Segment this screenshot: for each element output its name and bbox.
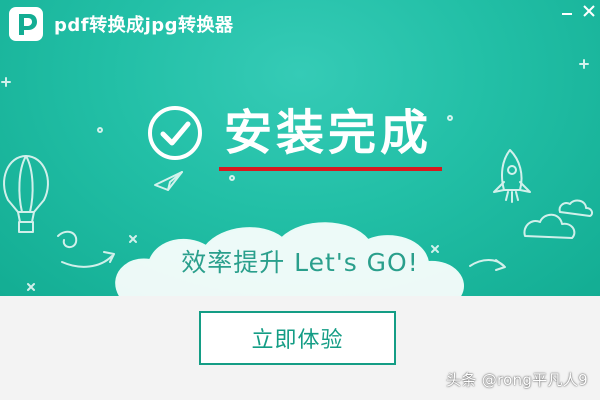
install-complete-text: 安装完成 <box>224 105 433 161</box>
app-title: pdf转换成jpg转换器 <box>54 15 234 36</box>
header-banner: pdf转换成jpg转换器 安装完成 效率提升 Let's GO! <box>0 0 600 296</box>
app-logo-icon <box>9 7 43 41</box>
check-circle-icon <box>148 106 202 160</box>
slogan: 效率提升 Let's GO! <box>181 248 419 277</box>
watermark: 头条 @rong平凡人9 <box>446 371 588 389</box>
paper-plane-icon <box>154 171 183 191</box>
rocket-icon <box>493 149 531 203</box>
close-icon[interactable] <box>578 0 600 22</box>
install-status: 安装完成 <box>146 104 432 162</box>
window-controls <box>556 0 600 22</box>
accent-underline <box>219 167 442 171</box>
title-bar: pdf转换成jpg转换器 <box>8 6 234 42</box>
start-experience-button[interactable]: 立即体验 <box>199 311 396 365</box>
minimize-icon[interactable] <box>556 0 578 22</box>
